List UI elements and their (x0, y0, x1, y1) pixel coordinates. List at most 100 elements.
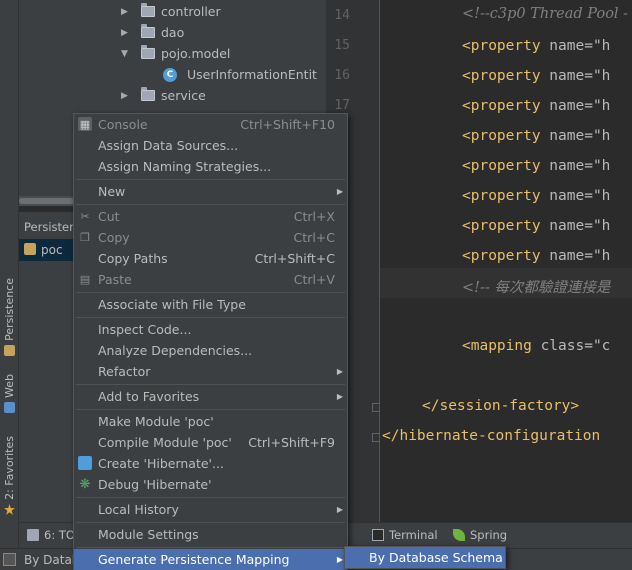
scrollbar-thumb[interactable] (19, 198, 74, 204)
folder-icon (141, 87, 155, 101)
code-line: <property name="h (462, 38, 611, 54)
tool-tab-favorites-label: 2: Favorites (3, 436, 16, 500)
line-number: 14 (334, 8, 350, 23)
generate-mapping-submenu: By Database Schema (344, 546, 506, 569)
tab-terminal-label: Terminal (389, 528, 438, 542)
code-line: <property name="h (462, 218, 611, 234)
menu-item-create-hibernate[interactable]: Create 'Hibernate'... (74, 453, 347, 474)
menu-item-paste[interactable]: ▤ Paste Ctrl+V (74, 269, 347, 290)
menu-item-console[interactable]: ▦ Console Ctrl+Shift+F10 (74, 114, 347, 135)
menu-separator (76, 384, 345, 385)
code-line: <property name="h (462, 128, 611, 144)
menu-item-assign-naming-strategies[interactable]: Assign Naming Strategies... (74, 156, 347, 177)
menu-item-cut[interactable]: ✂ Cut Ctrl+X (74, 206, 347, 227)
menu-item-module-settings[interactable]: Module Settings (74, 524, 347, 545)
menu-item-local-history[interactable]: Local History ▶ (74, 499, 347, 520)
code-line: <property name="h (462, 248, 611, 264)
code-line: <mapping class="c (462, 338, 611, 354)
menu-item-compile-module[interactable]: Compile Module 'poc' Ctrl+Shift+F9 (74, 432, 347, 453)
code-line: <property name="h (462, 98, 611, 114)
copy-icon: ❐ (80, 230, 90, 244)
tool-tab-favorites[interactable]: 2: Favorites (0, 436, 19, 515)
menu-item-associate-file-type[interactable]: Associate with File Type (74, 294, 347, 315)
code-line: </hibernate-configuration (382, 428, 601, 444)
tree-item-pojo-model[interactable]: ▼ pojo.model (121, 43, 230, 64)
menu-separator (76, 292, 345, 293)
tool-tab-web[interactable]: Web (0, 374, 19, 413)
line-number: 16 (334, 68, 350, 83)
terminal-icon (372, 529, 384, 541)
submenu-arrow-icon: ▶ (336, 392, 343, 401)
collapse-arrow-icon[interactable]: ▼ (121, 49, 131, 59)
code-line: <!-- 每次都驗證連接是 (462, 280, 611, 296)
scissors-icon: ✂ (80, 209, 90, 223)
tool-tab-persistence-label: Persistence (3, 278, 16, 341)
todo-icon (27, 529, 39, 541)
tree-item-label: controller (161, 4, 221, 19)
debug-bug-icon: ❋ (79, 476, 91, 492)
menu-item-debug-hibernate[interactable]: ❋ Debug 'Hibernate' (74, 474, 347, 495)
menu-item-refactor[interactable]: Refactor ▶ (74, 361, 347, 382)
left-tool-strip: Persistence Web 2: Favorites (0, 0, 19, 548)
persistence-panel-header: Persistence (19, 212, 75, 242)
code-line: </session-factory> (422, 398, 580, 414)
tab-spring-label: Spring (470, 528, 508, 542)
code-line: <property name="h (462, 188, 611, 204)
menu-separator (76, 204, 345, 205)
menu-separator (76, 317, 345, 318)
tree-item-service[interactable]: ▶ service (121, 85, 206, 106)
persistence-icon (4, 344, 15, 356)
status-text: By Datab (24, 553, 80, 567)
folder-icon (141, 45, 155, 59)
tool-tab-persistence[interactable]: Persistence (0, 278, 19, 356)
submenu-arrow-icon: ▶ (336, 187, 343, 196)
expand-arrow-icon[interactable]: ▶ (121, 28, 131, 38)
menu-separator (76, 547, 345, 548)
code-line: <property name="h (462, 68, 611, 84)
menu-item-add-to-favorites[interactable]: Add to Favorites ▶ (74, 386, 347, 407)
tree-item-controller[interactable]: ▶ controller (121, 1, 221, 22)
persistence-panel: Persistence poc (19, 212, 75, 522)
tree-item-label: service (161, 88, 206, 103)
folder-icon (141, 3, 155, 17)
tree-item-user-information-entity[interactable]: C UserInformationEntit (163, 64, 317, 85)
menu-item-copy[interactable]: ❐ Copy Ctrl+C (74, 227, 347, 248)
folder-icon (141, 24, 155, 38)
web-icon (4, 401, 15, 413)
menu-item-assign-data-sources[interactable]: Assign Data Sources... (74, 135, 347, 156)
submenu-arrow-icon: ▶ (336, 555, 343, 564)
persistence-item-label: poc (41, 243, 63, 257)
expand-arrow-icon[interactable]: ▶ (121, 7, 131, 17)
tab-todo[interactable]: 6: TO (27, 528, 75, 542)
code-line: <!--c3p0 Thread Pool - (462, 6, 629, 22)
class-icon: C (163, 67, 177, 82)
paste-icon: ▤ (79, 272, 91, 286)
menu-item-new[interactable]: New ▶ (74, 181, 347, 202)
menu-item-analyze-dependencies[interactable]: Analyze Dependencies... (74, 340, 347, 361)
tab-todo-label: 6: TO (44, 528, 75, 542)
menu-item-inspect-code[interactable]: Inspect Code... (74, 319, 347, 340)
menu-separator (76, 409, 345, 410)
context-menu: ▦ Console Ctrl+Shift+F10 Assign Data Sou… (73, 113, 348, 570)
menu-separator (76, 522, 345, 523)
submenu-arrow-icon: ▶ (336, 367, 343, 376)
menu-item-copy-paths[interactable]: Copy Paths Ctrl+Shift+C (74, 248, 347, 269)
tree-item-label: UserInformationEntit (187, 67, 317, 82)
spring-leaf-icon (453, 529, 465, 541)
tree-item-label: pojo.model (161, 46, 231, 61)
status-toggle-icon[interactable] (3, 553, 16, 566)
submenu-item-by-database-schema[interactable]: By Database Schema (345, 547, 505, 568)
menu-item-generate-persistence-mapping[interactable]: Generate Persistence Mapping ▶ (74, 549, 347, 570)
tab-spring[interactable]: Spring (453, 528, 507, 542)
tree-item-dao[interactable]: ▶ dao (121, 22, 184, 43)
line-number: 17 (334, 98, 350, 113)
tool-tab-web-label: Web (3, 374, 16, 398)
menu-separator (76, 497, 345, 498)
tab-terminal[interactable]: Terminal (372, 528, 438, 542)
menu-item-make-module[interactable]: Make Module 'poc' (74, 411, 347, 432)
line-number: 15 (334, 38, 350, 53)
code-editor[interactable]: <!--c3p0 Thread Pool - <property name="h… (380, 0, 632, 522)
persistence-unit-icon (24, 243, 36, 255)
expand-arrow-icon[interactable]: ▶ (121, 91, 131, 101)
code-line: <property name="h (462, 158, 611, 174)
